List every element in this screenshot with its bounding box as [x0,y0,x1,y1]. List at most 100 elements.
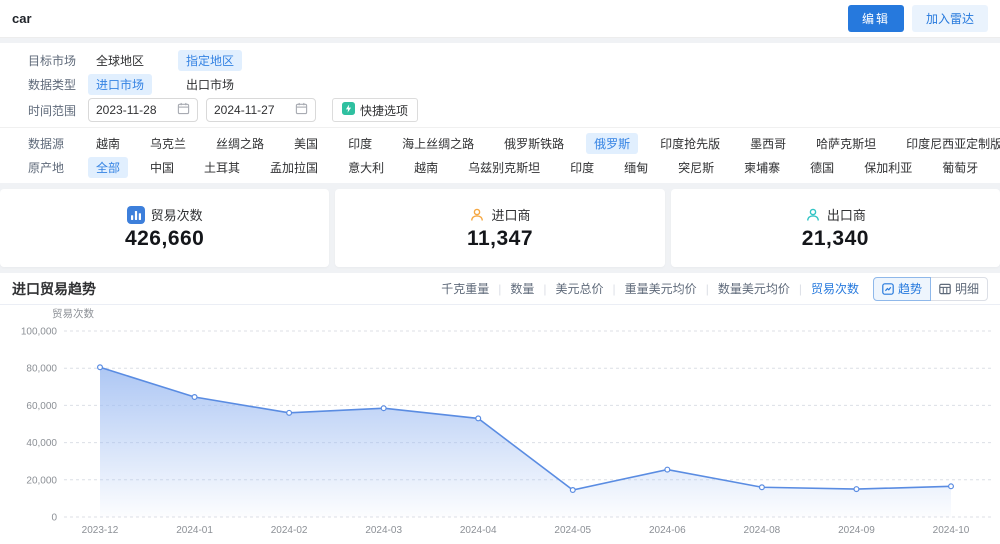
metric-option[interactable]: 数量美元均价 [718,280,790,297]
filter-option[interactable]: 俄罗斯 [586,132,639,154]
separator: | [498,281,502,296]
filter-option[interactable]: 印度 [562,157,602,178]
filter-option[interactable]: 海上丝绸之路 [394,133,482,154]
filter-option[interactable]: 哈萨克斯坦 [808,133,884,154]
filter-option[interactable]: 越南 [406,157,446,178]
filter-option[interactable]: 俄罗斯铁路 [496,133,572,154]
filter-label-time-range: 时间范围 [28,103,77,118]
quick-options-icon [342,102,355,118]
end-date-input[interactable]: 2024-11-27 [206,98,316,122]
metric-option[interactable]: 贸易次数 [811,280,859,297]
filter-option[interactable]: 墨西哥 [742,133,794,154]
filter-option[interactable]: 指定地区 [178,49,243,71]
separator: | [612,281,616,296]
x-tick-label: 2024-01 [176,525,213,536]
data-point[interactable] [853,486,860,493]
data-point[interactable] [664,466,671,473]
filter-option[interactable]: 全部 [88,156,129,178]
data-point[interactable] [380,405,387,412]
filter-option[interactable]: 缅甸 [616,157,656,178]
x-tick-label: 2024-09 [838,525,875,536]
y-tick-label: 20,000 [26,475,57,486]
filter-option[interactable]: 美国 [286,133,326,154]
stat-label: 进口商 [491,208,531,223]
x-tick-label: 2024-05 [554,525,591,536]
detail-view-button[interactable]: 明细 [929,276,988,301]
filter-row-data-type: 数据类型 进口市场 出口市场 [12,72,988,96]
filter-option[interactable]: 出口市场 [178,74,242,95]
quick-options-label: 快捷选项 [360,103,409,118]
start-date-value: 2023-11-28 [96,103,157,117]
trend-controls: 千克重量 | 数量 | 美元总价 | 重量美元均价 | 数量美元均价 | 贸易次数 趋势 明细 [441,276,988,301]
filter-option[interactable]: 保加利亚 [856,157,920,178]
filter-option[interactable]: 进口市场 [88,73,153,95]
x-tick-label: 2024-04 [460,525,497,536]
importer-icon [469,207,485,223]
x-tick-label: 2024-06 [649,525,686,536]
filter-option[interactable]: 乌克兰 [142,133,194,154]
x-tick-label: 2024-03 [365,525,402,536]
edit-button[interactable]: 编辑 [847,5,904,32]
origin-options: 全部 中国 土耳其 孟加拉国 意大利 越南 乌兹别克斯坦 印度 缅甸 突尼斯 柬埔寨 德国 保加利亚 葡萄… [88,156,1000,178]
data-type-options: 进口市场 出口市场 [88,73,988,95]
quick-options-button[interactable]: 快捷选项 [332,98,419,122]
filter-option[interactable]: 越南 [88,133,128,154]
filter-option[interactable]: 土耳其 [196,157,248,178]
y-axis-title: 贸易次数 [52,307,94,320]
stat-head: 贸易次数 [126,205,203,224]
data-point[interactable] [947,483,954,490]
x-tick-label: 2024-10 [933,525,970,536]
trend-chart: 贸易次数 0 20,000 40,000 60,000 80,000 100,000 2023… [0,305,1000,541]
filter-row-target-market: 目标市场 全球地区 指定地区 [12,48,988,72]
filter-option[interactable]: 印度 [340,133,380,154]
data-point[interactable] [569,487,576,494]
stat-card: 进口商 11,347 [335,189,665,267]
start-date-input[interactable]: 2023-11-28 [88,98,198,122]
y-tick-label: 60,000 [26,401,57,412]
filter-option[interactable]: 意大利 [340,157,392,178]
table-icon [939,283,951,295]
area-fill [100,367,951,517]
separator: | [543,281,547,296]
filter-option[interactable]: 中国 [142,157,182,178]
calendar-icon [177,102,190,118]
exporter-icon [805,207,821,223]
filter-option[interactable]: 孟加拉国 [262,157,326,178]
y-tick-label: 40,000 [26,438,57,449]
metric-option[interactable]: 千克重量 [441,280,489,297]
data-point[interactable] [191,394,198,401]
y-tick-label: 0 [51,513,57,524]
filter-option[interactable]: 突尼斯 [670,157,722,178]
filter-label-target-market: 目标市场 [28,53,77,68]
top-bar: car 编辑 加入雷达 [0,0,1000,38]
metric-option[interactable]: 重量美元均价 [625,280,697,297]
separator: | [798,281,802,296]
filter-option[interactable]: 印度抢先版 [652,133,728,154]
filter-panel: 目标市场 全球地区 指定地区 数据类型 进口市场 出口市场 时间范围 2023-11… [0,43,1000,183]
x-tick-label: 2023-12 [82,525,119,536]
trend-view-button[interactable]: 趋势 [872,276,931,301]
filter-option[interactable]: 全球地区 [88,50,152,71]
filter-option[interactable]: 乌兹别克斯坦 [460,157,548,178]
view-button-label: 明细 [954,282,979,296]
filter-option[interactable]: 葡萄牙 [934,157,986,178]
filter-label-data-source: 数据源 [28,136,65,151]
filter-option[interactable]: 印度尼西亚定制版 [898,133,1000,154]
y-tick-label: 80,000 [26,364,57,375]
filter-option[interactable]: 柬埔寨 [736,157,788,178]
data-point[interactable] [475,415,482,422]
filter-option[interactable]: 德国 [802,157,842,178]
trend-panel: 进口贸易趋势 千克重量 | 数量 | 美元总价 | 重量美元均价 | 数量美元均价 | 贸易次数 趋… [0,273,1000,544]
filter-option[interactable]: 丝绸之路 [208,133,272,154]
data-source-options: 越南 乌克兰 丝绸之路 美国 印度 海上丝绸之路 俄罗斯铁路 俄罗斯 印度抢先版 墨西哥 哈萨克斯坦… [88,132,1000,154]
data-point[interactable] [96,364,103,371]
stat-value: 21,340 [801,227,869,250]
add-radar-button[interactable]: 加入雷达 [911,5,988,32]
metric-option[interactable]: 数量 [510,280,534,297]
stat-card: 出口商 21,340 [670,189,1000,267]
metric-option[interactable]: 美元总价 [556,280,604,297]
data-point[interactable] [758,484,765,491]
divider [0,127,1000,128]
data-point[interactable] [286,409,293,416]
x-tick-label: 2024-02 [271,525,308,536]
